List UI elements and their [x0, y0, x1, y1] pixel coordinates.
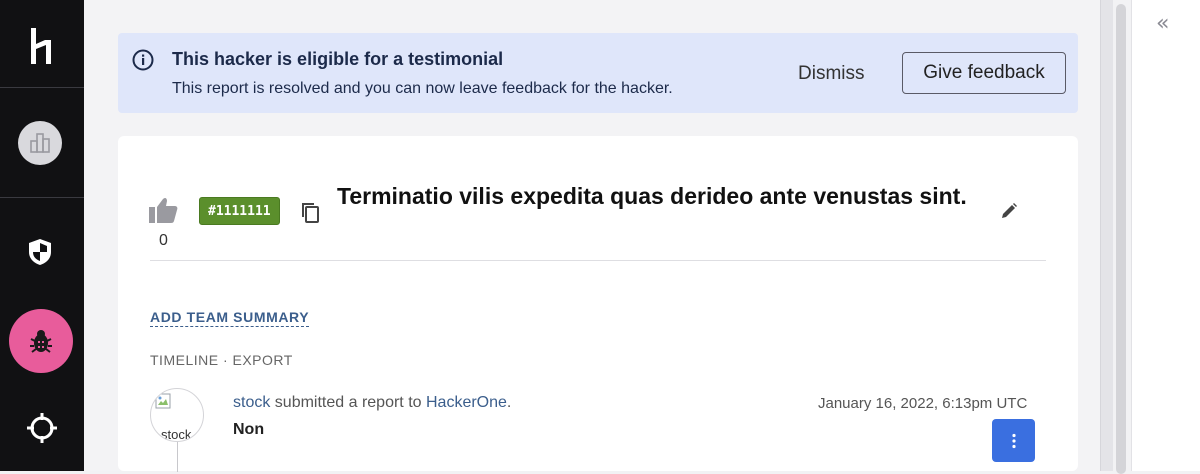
activity-body: Non — [233, 421, 265, 438]
nav-item-organization[interactable] — [18, 121, 62, 165]
activity-timestamp: January 16, 2022, 6:13pm UTC — [818, 395, 1028, 412]
activity-actions-button[interactable] — [992, 419, 1035, 462]
activity-line: stock submitted a report to HackerOne. — [233, 394, 511, 412]
nav-item-targets[interactable] — [22, 408, 62, 448]
activity-action: submitted a report to — [270, 394, 426, 411]
upvote-button[interactable] — [148, 196, 178, 229]
report-card: 0 #1111111 Terminatio vilis expedita qua… — [118, 136, 1078, 472]
title-divider — [150, 260, 1046, 261]
scrollbar-thumb[interactable] — [1116, 4, 1126, 474]
right-side-panel — [1131, 0, 1200, 471]
nav-item-security[interactable] — [18, 230, 62, 274]
more-vertical-icon — [1011, 433, 1016, 448]
edit-title-button[interactable] — [1000, 202, 1018, 225]
banner-text: This report is resolved and you can now … — [172, 80, 673, 97]
nav-divider — [0, 87, 84, 88]
give-feedback-button[interactable]: Give feedback — [902, 52, 1066, 94]
nav-item-bug-reports[interactable] — [8, 308, 74, 374]
pencil-icon — [1002, 203, 1017, 218]
banner-title: This hacker is eligible for a testimonia… — [172, 49, 504, 69]
broken-image-icon — [155, 393, 171, 409]
activity-period: . — [506, 394, 512, 411]
dismiss-button[interactable]: Dismiss — [798, 63, 865, 85]
hackerone-logo[interactable] — [22, 24, 62, 68]
shield-icon — [29, 239, 51, 265]
copy-icon — [302, 203, 319, 223]
report-id-badge: #1111111 — [199, 197, 280, 225]
user-link[interactable]: stock — [233, 394, 270, 411]
info-icon — [132, 49, 154, 71]
nav-divider — [0, 197, 84, 198]
scrollbar-track — [1100, 0, 1113, 471]
vote-count: 0 — [159, 232, 168, 249]
testimonial-banner: This hacker is eligible for a testimonia… — [118, 33, 1078, 113]
building-icon — [18, 121, 62, 165]
left-navigation — [0, 0, 84, 471]
double-chevron-left-icon[interactable]: « — [1156, 13, 1170, 35]
avatar-alt-text: stock — [161, 427, 192, 442]
timeline-line — [177, 442, 178, 472]
report-title: Terminatio vilis expedita quas derideo a… — [337, 183, 967, 209]
copy-link-button[interactable] — [301, 202, 321, 229]
timeline-header: TIMELINE · EXPORT — [150, 352, 293, 368]
thumbs-up-icon — [149, 197, 178, 223]
crosshair-icon — [27, 413, 57, 443]
avatar: stock — [150, 388, 204, 442]
bug-icon — [9, 309, 73, 373]
add-team-summary-link[interactable]: ADD TEAM SUMMARY — [150, 309, 310, 327]
program-link[interactable]: HackerOne — [426, 394, 507, 411]
